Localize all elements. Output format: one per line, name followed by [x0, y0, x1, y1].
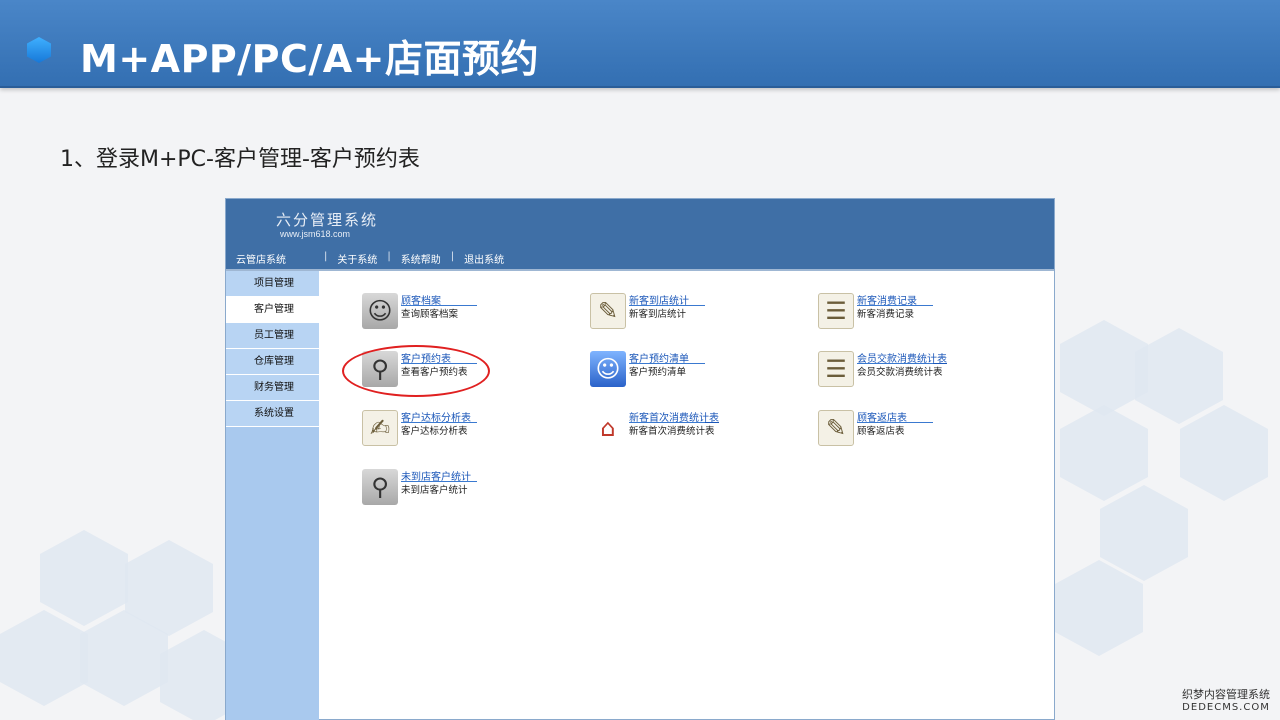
slide-title: M+APP/PC/A+店面预约 [80, 37, 540, 81]
tile-desc: 新客首次消费统计表 [629, 426, 715, 437]
sidebar-item-warehouse[interactable]: 仓库管理 [226, 349, 319, 375]
app-nav: 云管店系统 | 关于系统 | 系统帮助 | 退出系统 [236, 251, 504, 266]
sidebar-item-settings[interactable]: 系统设置 [226, 401, 319, 427]
tile-target-analysis[interactable]: ✍ 客户达标分析表 客户达标分析表 [362, 408, 562, 448]
document-icon: ✎ [590, 293, 626, 329]
decor-hexagon [1100, 485, 1188, 581]
decor-hexagon [1180, 405, 1268, 501]
tile-return-visit[interactable]: ✎ 顾客返店表 顾客返店表 [818, 408, 1018, 448]
user-icon: ☺ [362, 293, 398, 329]
nav-logout[interactable]: 退出系统 [464, 251, 504, 266]
chart-icon: ✍ [362, 410, 398, 446]
sidebar-item-project[interactable]: 项目管理 [226, 271, 319, 297]
hexagon-icon [27, 37, 51, 63]
tile-absent-customers[interactable]: ⚲ 未到店客户统计 未到店客户统计 [362, 467, 562, 507]
step-instruction: 1、登录M+PC-客户管理-客户预约表 [60, 147, 420, 172]
decor-hexagon [0, 610, 88, 706]
magnifier-icon: ⚲ [362, 351, 398, 387]
app-window: 六分管理系统 www.jsm618.com 云管店系统 | 关于系统 | 系统帮… [225, 198, 1055, 720]
tile-desc: 查看客户预约表 [401, 367, 468, 378]
decor-hexagon [1055, 560, 1143, 656]
tile-customer-archive[interactable]: ☺ 顾客档案 查询顾客档案 [362, 291, 562, 331]
tile-desc: 客户预约清单 [629, 367, 687, 378]
decor-hexagon [1135, 328, 1223, 424]
tile-new-visit-stats[interactable]: ✎ 新客到店统计 新客到店统计 [590, 291, 790, 331]
sidebar-item-customer[interactable]: 客户管理 [226, 297, 319, 323]
nav-separator: | [387, 251, 391, 262]
app-url: www.jsm618.com [280, 229, 351, 239]
document-icon: ✎ [818, 410, 854, 446]
decor-hexagon [1060, 405, 1148, 501]
finder-icon: ☺ [590, 351, 626, 387]
sidebar-item-staff[interactable]: 员工管理 [226, 323, 319, 349]
content-area: ☺ 顾客档案 查询顾客档案 ✎ 新客到店统计 新客到店统计 ☰ 新客消费记录 新… [319, 271, 1054, 720]
tile-reservation-table[interactable]: ⚲ 客户预约表 查看客户预约表 [362, 349, 562, 389]
house-icon: ⌂ [600, 414, 616, 442]
tile-desc: 顾客返店表 [857, 426, 905, 437]
nav-home[interactable]: 云管店系统 [236, 251, 286, 266]
nav-about[interactable]: 关于系统 [337, 251, 377, 266]
tile-desc: 未到店客户统计 [401, 485, 468, 496]
tile-reservation-list[interactable]: ☺ 客户预约清单 客户预约清单 [590, 349, 790, 389]
nav-separator: | [450, 251, 455, 262]
tile-desc: 客户达标分析表 [401, 426, 468, 437]
watermark: 织梦内容管理系统 DEDECMS.COM [1182, 688, 1270, 714]
decor-hexagon [1060, 320, 1148, 416]
tile-desc: 新客到店统计 [629, 309, 687, 320]
sidebar-item-finance[interactable]: 财务管理 [226, 375, 319, 401]
app-logo: 六分管理系统 [276, 211, 379, 229]
decor-hexagon [40, 530, 128, 626]
tile-desc: 查询顾客档案 [401, 309, 459, 320]
tile-desc: 会员交款消费统计表 [857, 367, 943, 378]
tile-first-consumption[interactable]: ⌂ 新客首次消费统计表 新客首次消费统计表 [590, 408, 790, 448]
nav-separator: | [324, 251, 328, 262]
tile-new-consumption[interactable]: ☰ 新客消费记录 新客消费记录 [818, 291, 1018, 331]
app-header: 六分管理系统 www.jsm618.com 云管店系统 | 关于系统 | 系统帮… [226, 199, 1054, 269]
watermark-line2: DEDECMS.COM [1182, 702, 1270, 713]
nav-help[interactable]: 系统帮助 [401, 251, 441, 266]
tile-member-payment[interactable]: ☰ 会员交款消费统计表 会员交款消费统计表 [818, 349, 1018, 389]
magnifier-icon: ⚲ [362, 469, 398, 505]
report-icon: ☰ [818, 293, 854, 329]
watermark-line1: 织梦内容管理系统 [1182, 688, 1270, 701]
slide-title-bar: M+APP/PC/A+店面预约 [0, 0, 1280, 88]
report-icon: ☰ [818, 351, 854, 387]
sidebar: 项目管理 客户管理 员工管理 仓库管理 财务管理 系统设置 [226, 271, 319, 720]
tile-desc: 新客消费记录 [857, 309, 915, 320]
